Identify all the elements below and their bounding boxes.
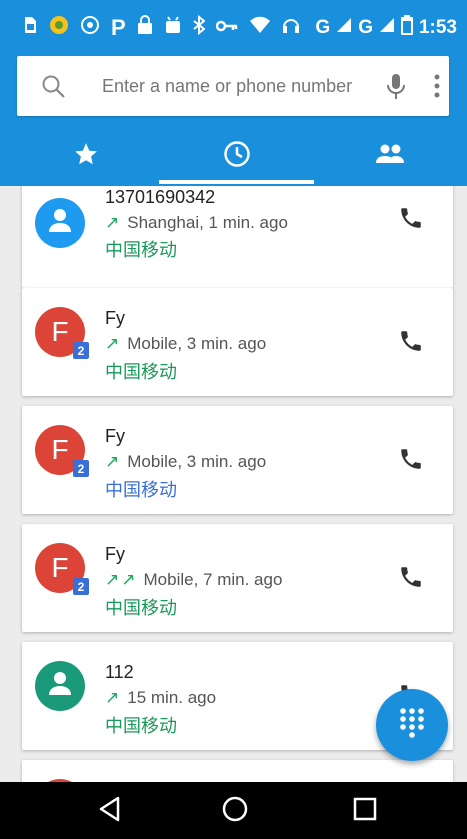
carrier-label: 中国移动	[105, 362, 177, 382]
android-icon	[164, 15, 182, 40]
carrier-label: 中国移动	[105, 480, 177, 500]
tab-bar	[0, 126, 467, 186]
search-icon[interactable]	[41, 74, 67, 105]
call-detail-text: Mobile, 7 min. ago	[143, 570, 283, 589]
network-type-1: G	[315, 17, 331, 38]
phone-icon[interactable]	[398, 205, 424, 236]
back-button[interactable]	[90, 794, 130, 828]
recents-icon	[353, 797, 377, 826]
clock-icon	[223, 140, 251, 173]
navigation-bar	[0, 782, 467, 839]
search-input[interactable]	[102, 70, 372, 102]
call-detail-text: Mobile, 3 min. ago	[127, 334, 267, 353]
outgoing-call-icon: ↗	[105, 688, 122, 707]
headset-icon	[282, 15, 300, 40]
avatar[interactable]: F 2	[35, 307, 89, 359]
active-tab-indicator	[159, 180, 314, 184]
avatar[interactable]: F 2	[35, 425, 89, 477]
call-detail-text: Mobile, 3 min. ago	[127, 452, 267, 471]
call-detail: ↗↗ Mobile, 7 min. ago	[105, 570, 282, 590]
tab-favorites[interactable]	[8, 126, 163, 186]
app-header: P G G 1:53 Enter a name or phone number	[0, 0, 467, 186]
avatar-letter: F	[51, 434, 69, 465]
key-icon	[215, 18, 238, 38]
caller-name: 112	[105, 662, 134, 682]
outgoing-call-icon: ↗↗	[105, 570, 138, 589]
parking-icon: P	[111, 14, 126, 40]
outgoing-call-icon: ↗	[105, 452, 122, 471]
tab-recents[interactable]	[159, 126, 314, 186]
people-icon	[375, 143, 405, 170]
tab-contacts[interactable]	[312, 126, 467, 186]
phone-icon[interactable]	[398, 328, 424, 359]
app-notification-icon	[49, 15, 69, 40]
status-right: G G 1:53	[315, 15, 457, 41]
network-type-2: G	[358, 17, 373, 38]
avatar[interactable]: F 2	[35, 543, 89, 595]
call-log-item[interactable]: F 2 Fy ↗↗ Mobile, 7 min. ago 中国移动	[22, 524, 453, 632]
carrier-label: 中国移动	[105, 598, 177, 618]
microphone-icon[interactable]	[386, 73, 406, 106]
call-log-item[interactable]: F 2 Fy ↗ Mobile, 3 min. ago 中国移动	[22, 288, 453, 396]
bluetooth-icon	[193, 14, 206, 40]
call-detail: ↗ Shanghai, 1 min. ago	[105, 213, 288, 233]
call-log-item[interactable]: F 2 Fy ↗ Mobile, 3 min. ago 中国移动	[22, 406, 453, 514]
avatar-letter: F	[51, 552, 69, 583]
more-options-icon[interactable]	[433, 73, 441, 104]
person-icon	[47, 207, 73, 240]
back-icon	[98, 796, 122, 827]
sync-icon	[80, 15, 100, 40]
call-detail: ↗ 15 min. ago	[105, 688, 216, 708]
home-icon	[221, 795, 249, 828]
search-bar[interactable]	[17, 56, 449, 116]
person-icon	[47, 670, 73, 703]
call-log-item[interactable]: 13701690342 ↗ Shanghai, 1 min. ago 中国移动	[22, 186, 453, 288]
avatar[interactable]	[35, 661, 85, 711]
dialpad-button[interactable]	[376, 689, 448, 761]
caller-name: Fy	[105, 426, 125, 446]
call-log-item[interactable]	[22, 760, 453, 782]
outgoing-call-icon: ↗	[105, 213, 122, 232]
avatar-letter: F	[51, 316, 69, 347]
home-button[interactable]	[215, 794, 255, 828]
sim-indicator: 2	[73, 460, 89, 477]
clock-time: 1:53	[418, 17, 457, 38]
caller-name: Fy	[105, 308, 125, 328]
phone-icon[interactable]	[398, 446, 424, 477]
battery-icon	[400, 15, 413, 41]
signal-icon	[379, 17, 395, 39]
call-detail-text: 15 min. ago	[127, 688, 217, 707]
call-detail: ↗ Mobile, 3 min. ago	[105, 334, 266, 354]
sim-indicator: 2	[73, 578, 89, 595]
call-detail-text: Shanghai, 1 min. ago	[127, 213, 288, 232]
outgoing-call-icon: ↗	[105, 334, 122, 353]
avatar[interactable]	[35, 198, 85, 248]
star-icon	[73, 141, 99, 172]
sim-card-icon	[22, 16, 38, 39]
lock-icon	[137, 15, 153, 40]
caller-name: Fy	[105, 544, 125, 564]
status-bar: P G G 1:53	[0, 0, 467, 50]
notification-icons: P	[22, 14, 300, 40]
phone-icon[interactable]	[398, 564, 424, 595]
dialpad-icon	[399, 707, 425, 744]
caller-name: 13701690342	[105, 187, 216, 207]
carrier-label: 中国移动	[105, 716, 177, 736]
carrier-label: 中国移动	[105, 240, 177, 260]
wifi-icon	[249, 16, 271, 39]
sim-indicator: 2	[73, 342, 89, 359]
recents-button[interactable]	[345, 794, 385, 828]
signal-icon	[336, 17, 352, 39]
call-detail: ↗ Mobile, 3 min. ago	[105, 452, 266, 472]
